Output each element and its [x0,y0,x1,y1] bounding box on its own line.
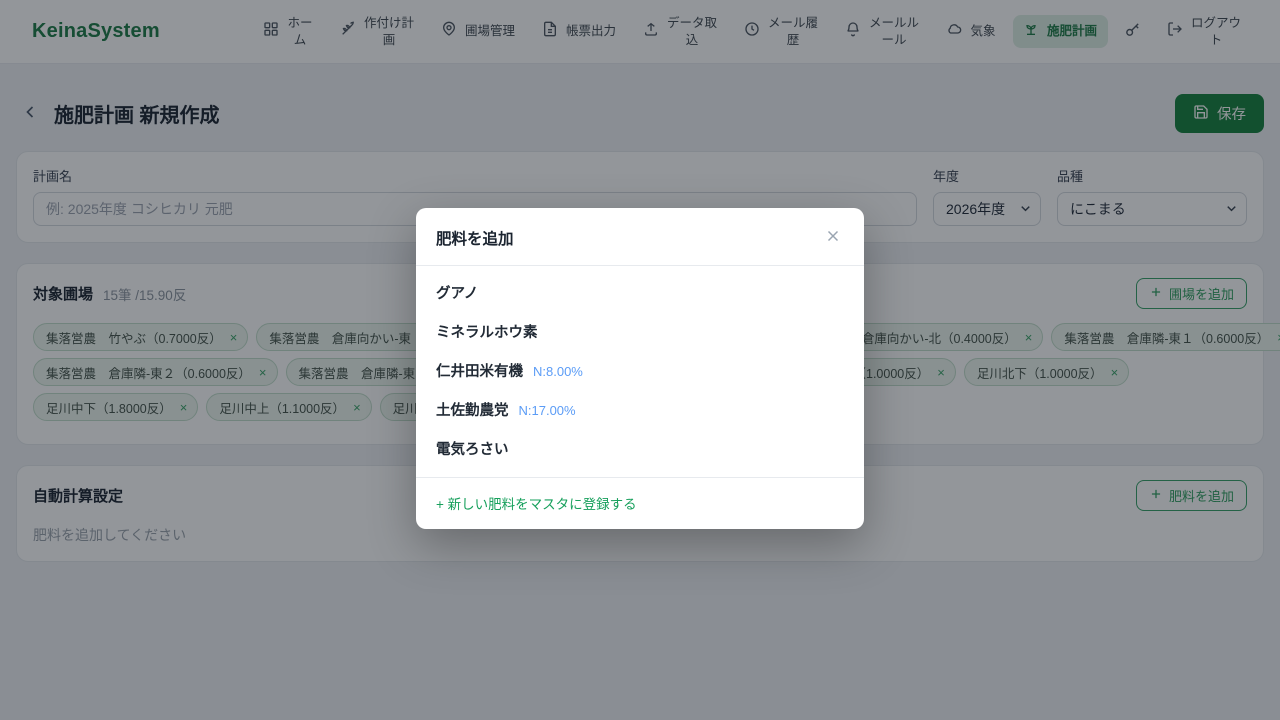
fertilizer-name: 電気ろさい [436,438,509,459]
modal-close-button[interactable] [822,225,844,250]
modal-footer: + 新しい肥料をマスタに登録する [416,477,864,529]
fertilizer-list-item[interactable]: 土佐勤農党 N:17.00% [416,390,864,429]
fertilizer-name: ミネラルホウ素 [436,321,538,342]
fertilizer-n-value: N:17.00% [519,403,576,418]
fertilizer-n-value: N:8.00% [533,364,583,379]
fertilizer-name: グアノ [436,282,478,303]
fertilizer-list-item[interactable]: 仁井田米有機 N:8.00% [416,351,864,390]
close-icon [824,227,842,248]
fertilizer-list-item[interactable]: ミネラルホウ素 [416,312,864,351]
fertilizer-list-item[interactable]: グアノ [416,273,864,312]
modal-header: 肥料を追加 [416,208,864,266]
fertilizer-list: グアノ ミネラルホウ素 仁井田米有機 N:8.00% 土佐勤農党 N:17.00… [416,266,864,477]
fertilizer-list-item[interactable]: 電気ろさい [416,429,864,468]
fertilizer-name: 土佐勤農党 [436,399,509,420]
register-new-fertilizer-link[interactable]: + 新しい肥料をマスタに登録する [436,493,637,513]
modal-title: 肥料を追加 [436,227,514,249]
add-fertilizer-modal: 肥料を追加 グアノ ミネラルホウ素 仁井田米有機 N:8.00% 土佐勤農党 N… [416,208,864,529]
fertilizer-name: 仁井田米有機 [436,360,523,381]
